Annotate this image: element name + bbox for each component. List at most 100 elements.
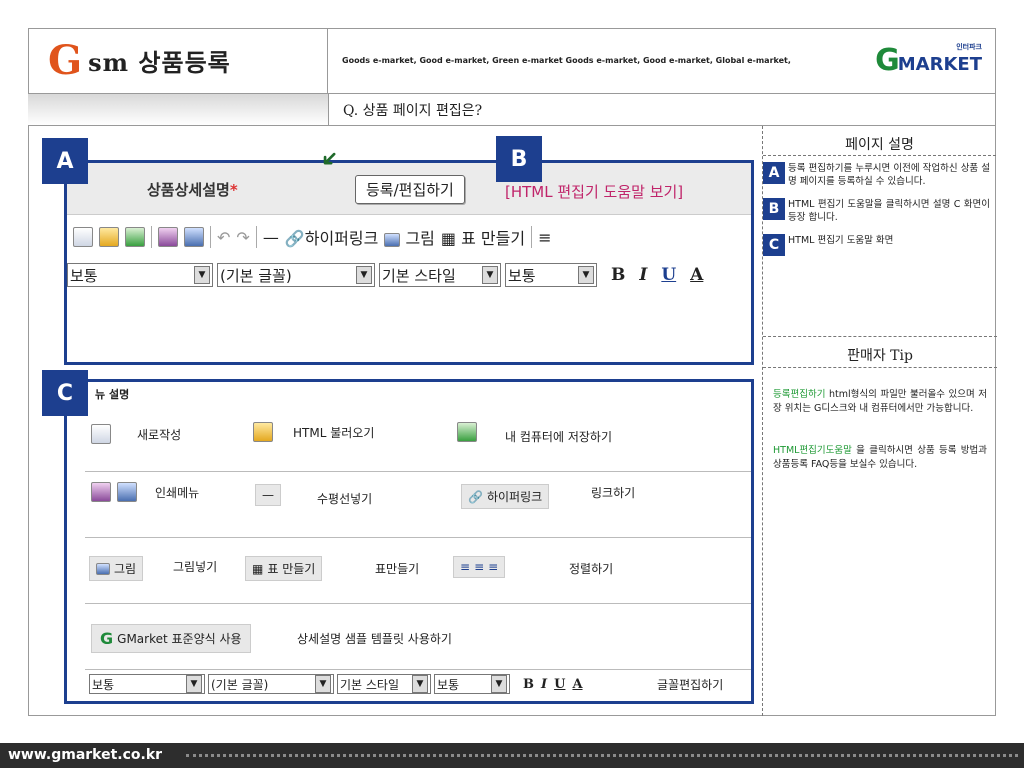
chevron-down-icon: ▼ <box>194 266 210 284</box>
chevron-down-icon: ▼ <box>315 675 331 693</box>
tagline-box: Goods e-market, Good e-market, Green e-m… <box>328 28 996 94</box>
save-icon[interactable] <box>125 227 145 247</box>
gmarket-g-icon: G <box>100 629 114 648</box>
new-doc-icon <box>91 424 111 444</box>
seller-tip-1: 등록편집하기 html형식의 파일만 불러올수 있으며 저장 위치는 G디스크와… <box>773 389 987 414</box>
menu-label: 상세설명 샘플 템플릿 사용하기 <box>297 632 452 646</box>
align-center-icon: ≡ <box>474 560 485 574</box>
toolbar-divider <box>210 226 211 248</box>
product-editor: 상품상세설명* 등록/편집하기 [HTML 편집기 도움말 보기] ↶ ↷ — … <box>64 160 754 365</box>
toolbar-divider <box>531 226 533 248</box>
table-icon: ▦ <box>252 561 264 576</box>
side-item-b: B HTML 편집기 도움말을 클릭하시면 설명 C 화면이 등장 합니다. <box>763 198 996 224</box>
tagline: Goods e-market, Good e-market, Green e-m… <box>342 56 791 65</box>
paragraph-select: 보통 ▼ <box>89 674 205 694</box>
table-button[interactable]: ▦ 표 만들기 <box>441 225 525 249</box>
menu-label: 그림넣기 <box>173 560 218 574</box>
hr-icon[interactable]: — <box>263 228 279 247</box>
toolbar-divider <box>255 226 257 248</box>
table-chip: ▦ 표 만들기 <box>245 556 323 581</box>
seller-tip-title: 판매자 Tip <box>763 336 997 368</box>
html-editor-help-link[interactable]: [HTML 편집기 도움말 보기] <box>505 181 683 202</box>
bold-button[interactable]: B <box>611 265 625 285</box>
menu-row: 보통 ▼ (기본 글꼴) ▼ 기본 스타일 ▼ 보통 ▼ B I U A 글꼴편집하기 <box>85 670 751 701</box>
list-icon[interactable]: ≡ <box>538 228 551 247</box>
menu-label: 표만들기 <box>375 562 420 576</box>
image-icon <box>96 562 110 575</box>
undo-icon[interactable]: ↶ <box>217 228 230 247</box>
side-badge: A <box>763 162 785 184</box>
register-edit-button[interactable]: 등록/편집하기 <box>355 175 465 204</box>
preview-icon[interactable] <box>184 227 204 247</box>
gmarket-template-chip: G GMarket 표준양식 사용 <box>91 624 251 653</box>
image-icon <box>384 232 401 247</box>
menu-label: HTML 불러오기 <box>293 426 375 440</box>
font-select[interactable]: (기본 글꼴) ▼ <box>217 263 375 287</box>
editor-header: 상품상세설명* 등록/편집하기 [HTML 편집기 도움말 보기] <box>67 163 751 215</box>
brand-g-logo: G <box>48 36 83 84</box>
chevron-down-icon: ▼ <box>412 675 428 693</box>
badge-b: B <box>496 136 542 182</box>
side-badge: C <box>763 234 785 256</box>
paragraph-select[interactable]: 보통 ▼ <box>67 263 213 287</box>
footer-dots <box>186 754 1018 757</box>
menu-row: 인쇄메뉴 — 수평선넣기 🔗 하이퍼링크 링크하기 <box>85 472 751 538</box>
underline-button[interactable]: U <box>661 265 676 285</box>
align-right-icon: ≡ <box>488 560 499 574</box>
brand-title: sm 상품등록 <box>88 48 231 77</box>
redo-icon[interactable]: ↷ <box>236 228 249 247</box>
logo-sub: 인터파크 <box>956 43 982 51</box>
chevron-down-icon: ▼ <box>356 266 372 284</box>
side-item-a: A 등록 편집하기를 누루시면 이전에 작업하신 상품 설명 페이지를 등록하실… <box>763 162 996 188</box>
seller-tip-2: HTML편집기도움말 을 클릭하시면 상품 등록 방법과 상품등록 FAQ등을 … <box>773 445 987 470</box>
gradient-bar <box>28 94 328 126</box>
hyperlink-button[interactable]: 🔗하이퍼링크 <box>285 225 379 249</box>
menu-label: 새로작성 <box>137 428 182 442</box>
badge-a: A <box>42 138 88 184</box>
print-icon[interactable] <box>158 227 178 247</box>
menu-label: 내 컴퓨터에 저장하기 <box>505 430 612 444</box>
menu-heading: 뉴 설명 <box>95 388 130 401</box>
format-bar-mini: 보통 ▼ (기본 글꼴) ▼ 기본 스타일 ▼ 보통 ▼ B I U A <box>89 674 583 694</box>
editor-toolbar: ↶ ↷ — 🔗하이퍼링크 그림 ▦ 표 만들기 ≡ <box>73 225 551 249</box>
style-select: 기본 스타일 ▼ <box>337 674 431 694</box>
page-description-panel: 페이지 설명 A 등록 편집하기를 누루시면 이전에 작업하신 상품 설명 페이… <box>762 126 997 716</box>
font-color-button[interactable]: A <box>690 265 703 285</box>
hyperlink-chip: 🔗 하이퍼링크 <box>461 484 550 509</box>
open-folder-icon[interactable] <box>99 227 119 247</box>
side-desc: HTML 편집기 도움말을 클릭하시면 설명 C 화면이 등장 합니다. <box>788 199 990 223</box>
menu-row: 새로작성 HTML 불러오기 내 컴퓨터에 저장하기 <box>85 406 751 472</box>
italic-button[interactable]: I <box>639 265 647 285</box>
menu-label: 글꼴편집하기 <box>657 678 724 692</box>
logo-market: MARKET <box>897 54 982 75</box>
side-title: 페이지 설명 <box>763 126 996 156</box>
side-desc: HTML 편집기 도움말 화면 <box>788 235 894 246</box>
side-desc: 등록 편집하기를 누루시면 이전에 작업하신 상품 설명 페이지를 등록하실 수… <box>788 163 990 187</box>
save-icon <box>457 422 477 442</box>
toolbar-divider <box>151 226 152 248</box>
italic-button: I <box>541 676 548 692</box>
bold-button: B <box>523 676 534 692</box>
style-select[interactable]: 기본 스타일 ▼ <box>379 263 501 287</box>
font-color-button: A <box>572 676 583 692</box>
menu-label: 인쇄메뉴 <box>155 486 200 500</box>
gmarket-logo: 인터파크 G MARKET <box>875 43 982 78</box>
align-left-icon: ≡ <box>460 560 471 574</box>
footer-bar: www.gmarket.co.kr <box>0 743 1024 768</box>
size-select[interactable]: 보통 ▼ <box>505 263 597 287</box>
align-chip: ≡ ≡ ≡ <box>453 556 506 578</box>
image-chip: 그림 <box>89 556 144 581</box>
new-doc-icon[interactable] <box>73 227 93 247</box>
image-button[interactable]: 그림 <box>384 225 435 249</box>
print-icon <box>91 482 111 502</box>
menu-label: 링크하기 <box>591 486 636 500</box>
logo-g: G <box>875 43 900 78</box>
required-mark: * <box>229 181 238 199</box>
open-folder-icon <box>253 422 273 442</box>
side-item-c: C HTML 편집기 도움말 화면 <box>763 234 996 256</box>
size-select: 보통 ▼ <box>434 674 510 694</box>
table-icon: ▦ <box>440 229 457 248</box>
link-icon: 🔗 <box>284 229 305 248</box>
underline-button: U <box>554 676 566 692</box>
footer-url: www.gmarket.co.kr <box>8 747 163 763</box>
